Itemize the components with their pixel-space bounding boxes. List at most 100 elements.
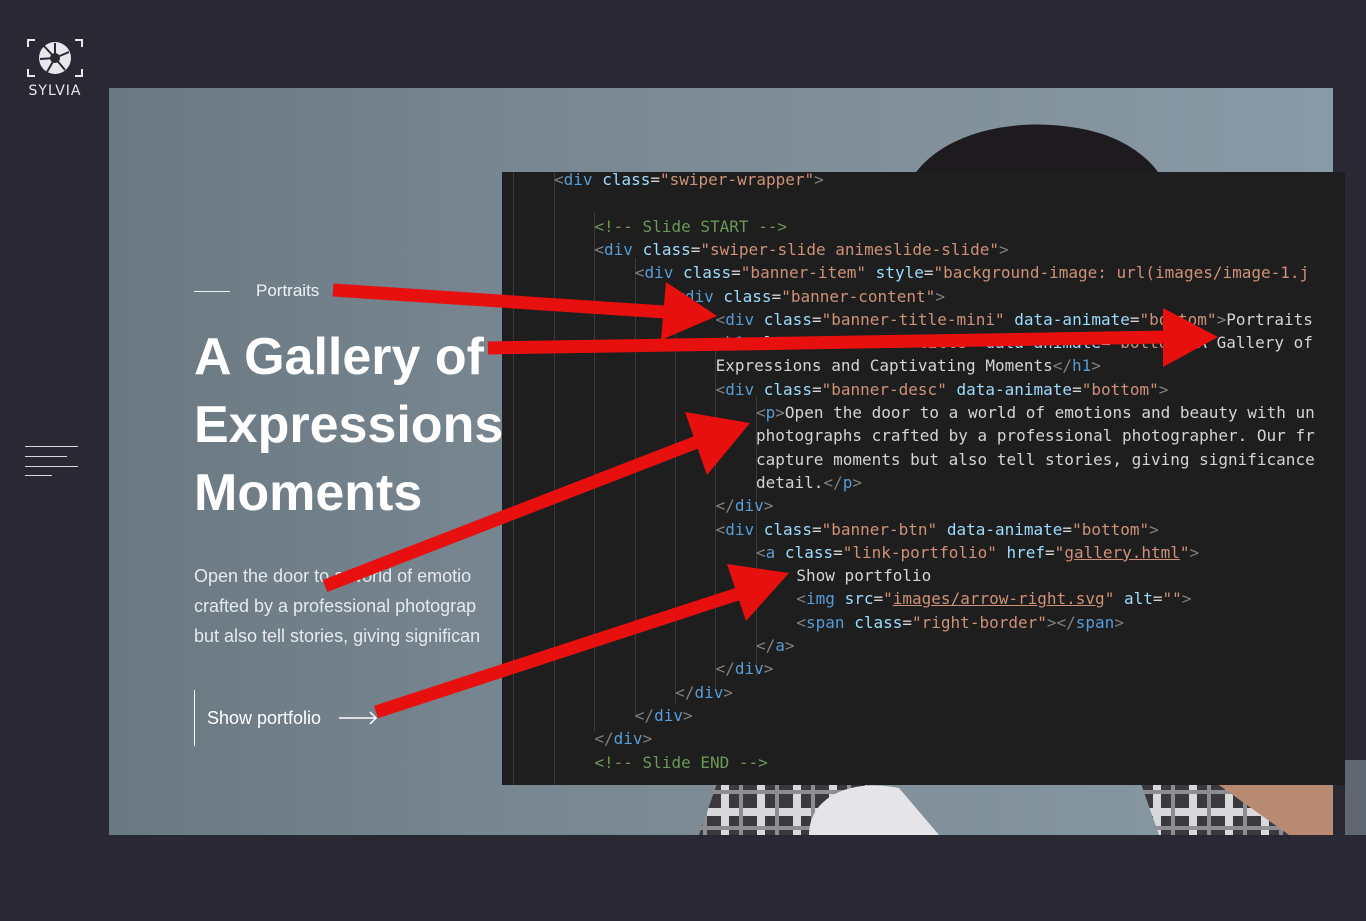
- code-token: div: [684, 286, 714, 306]
- code-token: =: [873, 589, 884, 609]
- code-line: <!-- Slide END -->: [594, 751, 767, 774]
- aperture-icon: [27, 39, 83, 77]
- code-token: </: [1052, 356, 1073, 376]
- code-token: "swiper-slide animeslide-slide": [700, 239, 1000, 259]
- code-token: "banner-btn": [821, 519, 938, 539]
- code-token: >: [1216, 309, 1227, 329]
- code-token: ": [1104, 589, 1115, 609]
- code-line: <div class="swiper-slide animeslide-slid…: [594, 238, 1008, 261]
- hamburger-menu-icon[interactable]: [25, 446, 79, 476]
- code-token: <: [756, 542, 766, 562]
- code-token: A Gallery of: [1197, 333, 1313, 353]
- code-line: </div>: [716, 657, 774, 680]
- indent-guide: [554, 172, 555, 785]
- code-token: "banner-title-mini": [821, 309, 1005, 329]
- code-token: ></: [1046, 612, 1076, 632]
- code-token: capture moments but also tell stories, g…: [756, 449, 1315, 469]
- code-token: <: [715, 309, 726, 329]
- mini-title-text: Portraits: [256, 281, 320, 300]
- code-token: h1: [725, 333, 745, 353]
- code-token: div: [725, 309, 755, 329]
- code-token: </: [823, 472, 843, 492]
- code-token: "h1 banner-title": [811, 333, 976, 353]
- code-token: ": [883, 589, 893, 609]
- code-token: <: [796, 589, 807, 609]
- code-token: Show portfolio: [796, 566, 932, 586]
- code-token: <: [796, 612, 807, 632]
- code-token: =: [771, 286, 782, 306]
- code-token: <: [715, 333, 726, 353]
- code-line: </a>: [756, 634, 795, 657]
- indent-guide: [513, 172, 514, 785]
- code-token: detail.: [756, 472, 824, 492]
- site-logo[interactable]: SYLVIA: [22, 37, 88, 99]
- code-token: data-animate: [985, 333, 1101, 353]
- show-portfolio-link[interactable]: Show portfolio: [194, 690, 379, 746]
- code-token: "banner-content": [781, 286, 936, 306]
- code-token: >: [1091, 356, 1101, 376]
- code-token: div: [694, 682, 724, 702]
- page: SYLVIA Portraits A Gallery of Expression…: [0, 0, 1366, 921]
- code-token: div: [604, 239, 633, 259]
- mini-title-line: [194, 290, 230, 292]
- code-line: <div class="banner-title-mini" data-anim…: [716, 308, 1313, 331]
- code-token: >: [784, 636, 795, 655]
- code-token: div: [725, 519, 755, 539]
- code-token: div: [563, 172, 593, 189]
- code-line: <div class="banner-desc" data-animate="b…: [716, 378, 1169, 401]
- code-token: class: [754, 333, 803, 353]
- code-token: =: [1062, 519, 1073, 539]
- code-token: <: [756, 403, 766, 422]
- code-line: <a class="link-portfolio" href="gallery.…: [756, 541, 1199, 564]
- code-token: span: [1075, 612, 1115, 632]
- code-token: "swiper-wrapper": [660, 172, 815, 189]
- code-token: ": [1179, 542, 1190, 562]
- code-token: div: [725, 379, 755, 399]
- code-token: "bottom": [1081, 379, 1159, 399]
- code-token: data-animate: [1014, 309, 1130, 329]
- code-token: class: [763, 309, 812, 329]
- code-token: <: [715, 379, 726, 399]
- code-token: a: [775, 636, 785, 655]
- logo-text: SYLVIA: [28, 83, 82, 99]
- code-token: a: [765, 542, 776, 562]
- code-token: >: [682, 705, 693, 725]
- code-token: </: [715, 659, 735, 679]
- code-token: style: [875, 263, 924, 283]
- code-token: =: [811, 519, 822, 539]
- code-token: alt: [1123, 589, 1153, 609]
- code-token: <: [594, 239, 605, 259]
- code-token: <!-- Slide END -->: [594, 752, 768, 772]
- code-token: class: [642, 239, 691, 259]
- code-token: <: [554, 172, 564, 189]
- code-token: <: [634, 263, 645, 283]
- code-token: data-animate: [946, 519, 1063, 539]
- code-line: <div class="swiper-wrapper">: [554, 172, 824, 191]
- code-token: =: [731, 263, 741, 283]
- code-line: <p>Open the door to a world of emotions …: [756, 401, 1315, 424]
- code-line: <!-- Slide START -->: [594, 215, 787, 238]
- code-token: </: [634, 705, 655, 725]
- code-token: class: [602, 172, 651, 189]
- code-line: detail.</p>: [756, 471, 862, 494]
- code-token: >: [775, 403, 785, 422]
- code-token: img: [806, 589, 835, 609]
- code-line: Show portfolio: [796, 564, 931, 587]
- code-token: div: [734, 659, 764, 679]
- code-token: <!-- Slide START -->: [594, 216, 788, 236]
- code-token: =: [802, 333, 812, 353]
- code-token: =: [1100, 333, 1111, 353]
- code-token: >: [763, 659, 774, 679]
- code-line: </div>: [635, 704, 693, 727]
- code-token: div: [654, 705, 683, 725]
- code-token: class: [682, 263, 732, 283]
- code-token: photographs crafted by a professional ph…: [756, 426, 1315, 446]
